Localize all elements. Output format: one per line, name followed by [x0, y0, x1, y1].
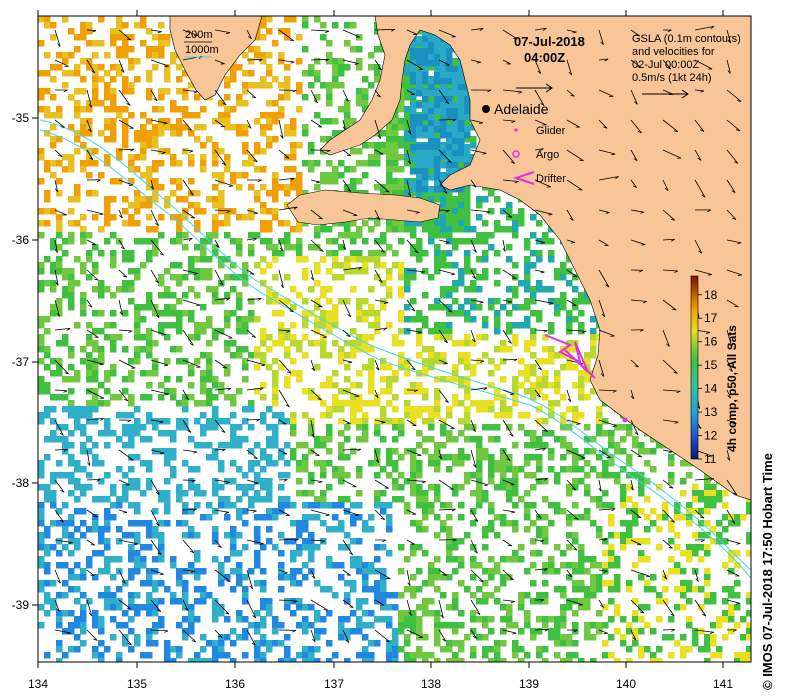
y-tick-label: -35 — [12, 111, 30, 125]
y-tick-label: -39 — [12, 598, 30, 612]
sst-map: 134 135 136 137 138 139 140 141 -35 -36 -37 -38 -39… — [12, 10, 752, 691]
contour-200m-label: 200m — [185, 29, 213, 41]
colorbar-tick-label: 15 — [704, 358, 718, 372]
x-tick-label: 135 — [127, 677, 147, 691]
x-tick-label: 141 — [713, 677, 733, 691]
y-tick-label: -38 — [12, 476, 30, 490]
x-tick-label: 139 — [519, 677, 539, 691]
x-tick-label: 140 — [616, 677, 636, 691]
colorbar-tick-label: 18 — [704, 288, 718, 302]
argo-marker — [622, 417, 628, 423]
argo-legend-label: Argo — [536, 149, 559, 161]
x-tick-label: 137 — [324, 677, 344, 691]
drifter-legend-label: Drifter — [536, 173, 566, 185]
colorbar-tick-label: 16 — [704, 335, 718, 349]
colorbar-tick-label: 11 — [704, 452, 717, 466]
gsla-line1: GSLA (0.1m contours) — [632, 33, 741, 45]
gsla-line4: 0.5m/s (1kt 24h) — [632, 72, 711, 84]
adelaide-label: Adelaide — [494, 101, 549, 117]
gsla-line3: 02-Jul 00:00Z — [632, 59, 700, 71]
glider-legend-icon — [514, 128, 518, 132]
y-tick-label: -36 — [12, 233, 30, 247]
y-tick-label: -37 — [12, 355, 30, 369]
colorbar-tick-label: 13 — [704, 405, 718, 419]
colorbar-tick-label: 14 — [704, 382, 718, 396]
x-tick-label: 136 — [225, 677, 245, 691]
y-axis: -35 -36 -37 -38 -39 — [12, 111, 38, 612]
colorbar-tick-label: 12 — [704, 429, 718, 443]
colorbar — [690, 275, 699, 460]
colorbar-label: 4h comp, p50, All Sats — [725, 325, 739, 452]
adelaide-marker — [482, 105, 490, 113]
credit-text: © IMOS 07-Jul-2018 17:50 Hobart Time — [760, 453, 775, 690]
contour-1000m-label: 1000m — [185, 44, 219, 56]
date-label: 07-Jul-2018 — [514, 34, 585, 49]
colorbar-tick-label: 17 — [704, 311, 718, 325]
x-tick-label: 134 — [28, 677, 48, 691]
time-label: 04:00Z — [524, 50, 565, 65]
x-tick-label: 138 — [421, 677, 441, 691]
glider-legend-label: Glider — [536, 125, 566, 137]
gsla-line2: and velocities for — [632, 46, 715, 58]
